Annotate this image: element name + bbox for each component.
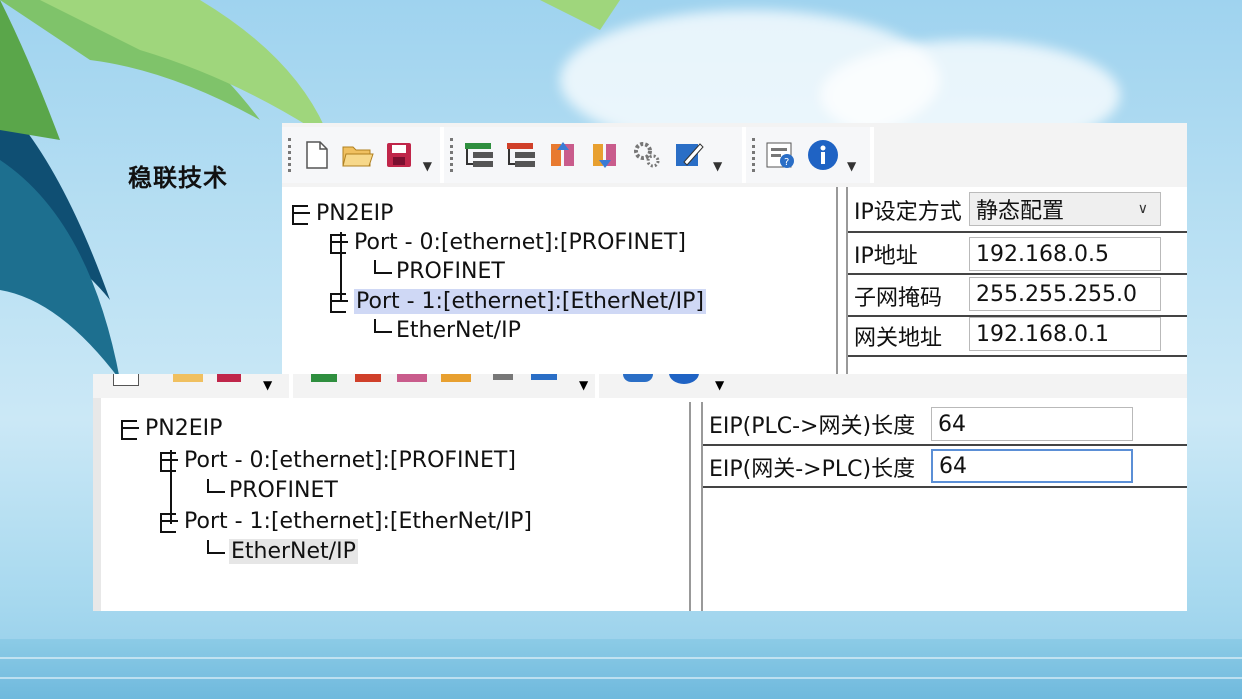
tree-node-label: PN2EIP xyxy=(145,416,223,441)
help-toolbar-group: ? ▼ xyxy=(746,127,874,183)
partial-toolbar: ▼ ▼ ▼ xyxy=(93,374,1187,398)
toolbar-grip[interactable] xyxy=(288,138,291,172)
tree-connector xyxy=(374,259,392,274)
water-background xyxy=(0,639,1242,699)
ip-address-label: IP地址 xyxy=(854,244,918,269)
toolbar-overflow-icon[interactable]: ▼ xyxy=(847,159,856,173)
ip-mode-select[interactable]: 静态配置 ∨ xyxy=(969,192,1161,226)
leaf-tip-decoration xyxy=(540,0,620,30)
toolbar: ▼ ▼ ? ▼ xyxy=(282,123,1187,187)
brand-title: 稳联技术 xyxy=(128,164,228,192)
tree-node-port0[interactable]: Port - 0:[ethernet]:[PROFINET] xyxy=(330,230,686,255)
tree-node-label: Port - 1:[ethernet]:[EtherNet/IP] xyxy=(184,509,532,534)
ip-mode-value: 静态配置 xyxy=(976,199,1065,224)
collapse-icon[interactable] xyxy=(121,419,141,440)
subnet-mask-value: 255.255.255.0 xyxy=(976,281,1137,307)
tree-node-profinet[interactable]: PROFINET xyxy=(207,478,338,503)
tree-connector xyxy=(374,318,392,333)
save-icon[interactable] xyxy=(382,137,417,173)
tree-connector xyxy=(207,539,225,554)
bottom-config-window: ▼ ▼ ▼ PN2EIP Port - 0:[ethernet]:[PROFIN… xyxy=(93,374,1187,611)
toolbar-overflow-icon[interactable]: ▼ xyxy=(263,378,272,392)
ip-mode-label: IP设定方式 xyxy=(854,200,962,225)
gateway-to-plc-length-field[interactable]: 64 xyxy=(931,449,1133,483)
tree-node-label: Port - 0:[ethernet]:[PROFINET] xyxy=(354,230,686,255)
toolbar-overflow-icon[interactable]: ▼ xyxy=(423,159,432,173)
gateway-field[interactable]: 192.168.0.1 xyxy=(969,317,1161,351)
tree-node-port1[interactable]: Port - 1:[ethernet]:[EtherNet/IP] xyxy=(160,509,532,534)
tree-node-ethernetip[interactable]: EtherNet/IP xyxy=(374,318,521,343)
gateway-value: 192.168.0.1 xyxy=(976,321,1109,347)
toolbar-overflow-icon[interactable]: ▼ xyxy=(715,378,724,392)
ip-property-grid: IP设定方式 静态配置 ∨ IP地址 192.168.0.5 子网掩码 255.… xyxy=(846,187,1187,375)
chevron-down-icon: ∨ xyxy=(1137,201,1148,217)
tree-node-root[interactable]: PN2EIP xyxy=(121,416,222,441)
remove-node-icon[interactable] xyxy=(503,137,539,173)
info-icon[interactable] xyxy=(805,137,841,173)
eip-property-grid: EIP(PLC->网关)长度 64 EIP(网关->PLC)长度 64 xyxy=(701,402,1187,611)
ip-address-value: 192.168.0.5 xyxy=(976,241,1109,267)
plc-to-gateway-length-field[interactable]: 64 xyxy=(931,407,1133,441)
tree-node-ethernetip[interactable]: EtherNet/IP xyxy=(207,539,358,564)
collapse-icon[interactable] xyxy=(160,512,180,533)
tree-node-label: Port - 0:[ethernet]:[PROFINET] xyxy=(184,448,516,473)
toolbar-grip[interactable] xyxy=(752,138,755,172)
subnet-mask-label: 子网掩码 xyxy=(854,286,943,311)
device-tree: PN2EIP Port - 0:[ethernet]:[PROFINET] PR… xyxy=(282,187,838,375)
new-file-icon[interactable] xyxy=(299,137,334,173)
download-icon[interactable] xyxy=(587,137,623,173)
tree-node-port1[interactable]: Port - 1:[ethernet]:[EtherNet/IP] xyxy=(330,289,706,314)
gateway-label: 网关地址 xyxy=(854,326,943,351)
file-toolbar-group: ▼ xyxy=(282,127,444,183)
left-edge xyxy=(93,398,101,611)
toolbar-grip[interactable] xyxy=(450,138,453,172)
open-folder-icon[interactable] xyxy=(340,137,375,173)
tree-node-label: PN2EIP xyxy=(316,201,394,226)
help-icon[interactable]: ? xyxy=(763,137,799,173)
tree-connector xyxy=(207,478,225,493)
tree-node-root[interactable]: PN2EIP xyxy=(292,201,393,226)
toolbar-overflow-icon[interactable]: ▼ xyxy=(713,159,722,173)
collapse-icon[interactable] xyxy=(330,292,350,313)
tree-node-label: PROFINET xyxy=(396,259,505,284)
gateway-to-plc-length-value: 64 xyxy=(939,453,967,479)
tree-node-label: PROFINET xyxy=(229,478,338,503)
tree-node-label-selected: EtherNet/IP xyxy=(229,539,358,564)
edit-icon[interactable] xyxy=(671,137,707,173)
collapse-icon[interactable] xyxy=(330,233,350,254)
tree-node-profinet[interactable]: PROFINET xyxy=(374,259,505,284)
settings-icon[interactable] xyxy=(629,137,665,173)
gateway-to-plc-label: EIP(网关->PLC)长度 xyxy=(709,457,916,482)
svg-text:?: ? xyxy=(784,157,789,168)
plc-to-gateway-length-value: 64 xyxy=(938,411,966,437)
upload-icon[interactable] xyxy=(545,137,581,173)
tree-node-label-selected: Port - 1:[ethernet]:[EtherNet/IP] xyxy=(354,289,706,314)
edit-toolbar-group: ▼ xyxy=(444,127,746,183)
ip-address-field[interactable]: 192.168.0.5 xyxy=(969,237,1161,271)
tree-node-port0[interactable]: Port - 0:[ethernet]:[PROFINET] xyxy=(160,448,516,473)
add-node-icon[interactable] xyxy=(461,137,497,173)
tree-node-label: EtherNet/IP xyxy=(396,318,521,343)
collapse-icon[interactable] xyxy=(292,204,312,225)
device-tree: PN2EIP Port - 0:[ethernet]:[PROFINET] PR… xyxy=(101,402,691,611)
toolbar-overflow-icon[interactable]: ▼ xyxy=(579,378,588,392)
collapse-icon[interactable] xyxy=(160,451,180,472)
plc-to-gateway-label: EIP(PLC->网关)长度 xyxy=(709,414,916,439)
subnet-mask-field[interactable]: 255.255.255.0 xyxy=(969,277,1161,311)
top-config-window: ▼ ▼ ? ▼ PN2EIP Port - 0:[ethernet]:[PROF… xyxy=(282,123,1187,375)
